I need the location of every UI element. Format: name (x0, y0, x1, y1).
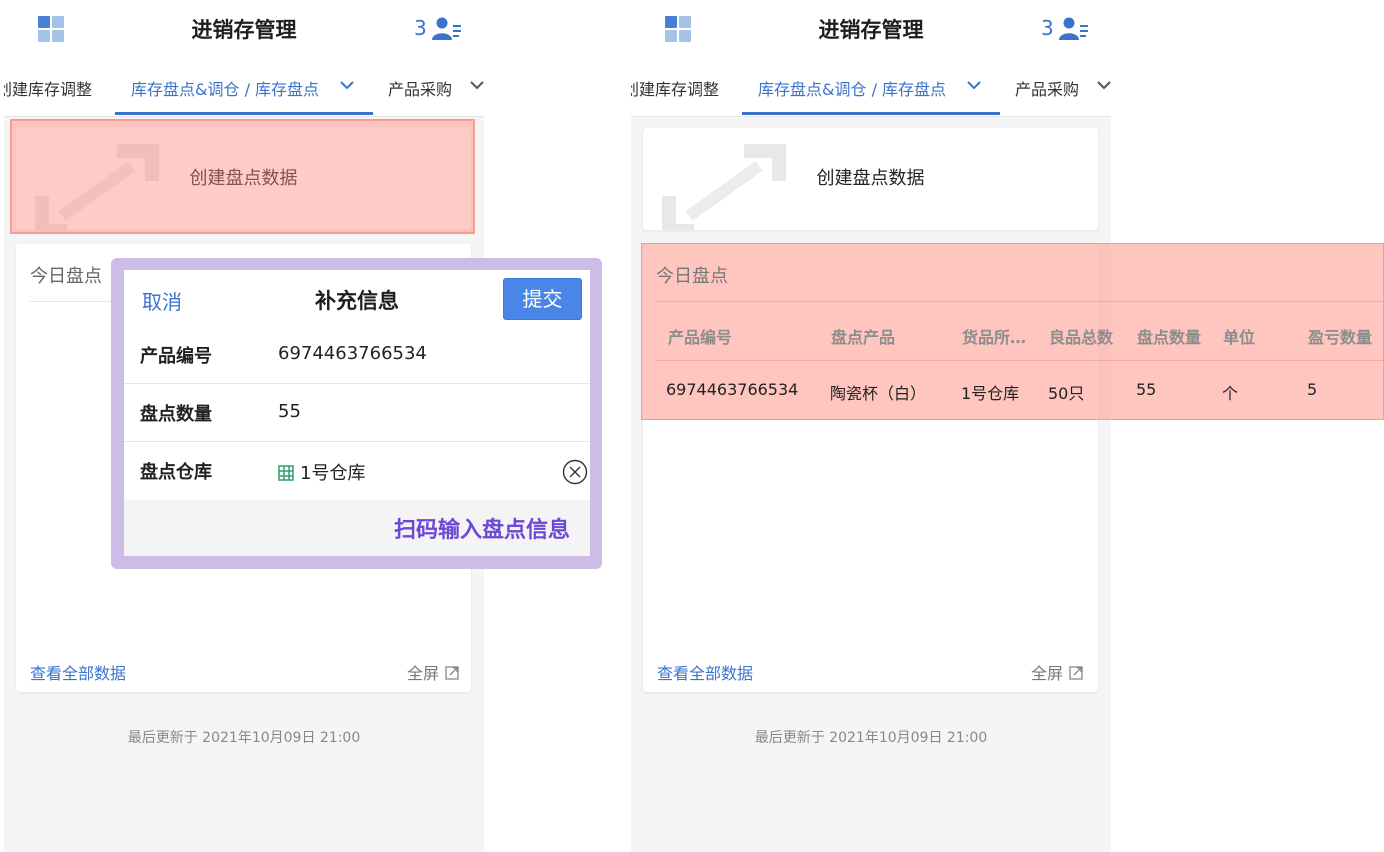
product-code-input[interactable]: 6974463766534 (278, 343, 427, 364)
warehouse-grid-icon (278, 465, 294, 481)
tab-purchasing[interactable]: 产品采购 (1015, 76, 1079, 100)
warehouse-value: 1号仓库 (300, 463, 366, 484)
nav-tabs: 创建库存调整 库存盘点&调仓 / 库存盘点 产品采购 (631, 58, 1111, 117)
view-all-link[interactable]: 查看全部数据 (30, 660, 126, 684)
field-product-code[interactable]: 产品编号 6974463766534 (124, 326, 590, 384)
tab-inventory-count[interactable]: 库存盘点&调仓 / 库存盘点 (131, 76, 319, 100)
supplement-info-dialog: 补充信息 取消 提交 产品编号 6974463766534 盘点数量 55 盘点… (124, 270, 590, 556)
top-bar: 进销存管理 3 (631, 0, 1111, 58)
today-count-title: 今日盘点 (656, 266, 728, 287)
highlight-create-card (10, 119, 475, 234)
chevron-down-icon[interactable] (1097, 80, 1111, 90)
dialog-footer: 扫码输入盘点信息 (124, 500, 590, 556)
user-list-icon[interactable] (1059, 16, 1089, 42)
fullscreen-label: 全屏 (1031, 664, 1064, 683)
table-cell-unit[interactable]: 个 (1222, 380, 1238, 404)
field-warehouse[interactable]: 盘点仓库 1号仓库 (124, 442, 590, 499)
tab-inventory-adjust[interactable]: 创建库存调整 (631, 76, 719, 100)
last-updated-text: 最后更新于 2021年10月09日 21:00 (754, 730, 988, 746)
active-tab-indicator (115, 112, 373, 115)
user-count-badge: 3 (414, 16, 427, 40)
tab-purchasing[interactable]: 产品采购 (388, 76, 452, 100)
submit-button[interactable]: 提交 (503, 278, 582, 320)
field-label: 盘点仓库 (140, 462, 212, 483)
table-header-product: 盘点产品 (831, 328, 896, 347)
top-bar: 进销存管理 3 (4, 0, 484, 58)
table-cell-good-total[interactable]: 50只 (1048, 380, 1084, 404)
cancel-button[interactable]: 取消 (142, 286, 182, 315)
warehouse-select[interactable]: 1号仓库 (278, 459, 365, 485)
divider (656, 360, 1384, 361)
chevron-down-icon[interactable] (967, 80, 981, 90)
user-count-badge: 3 (1041, 16, 1054, 40)
field-label: 盘点数量 (140, 404, 212, 425)
table-cell-warehouse[interactable]: 1号仓库 (961, 380, 1019, 404)
table-cell-product[interactable]: 陶瓷杯（白） (830, 380, 926, 404)
table-cell-count-qty[interactable]: 55 (1136, 380, 1156, 399)
field-count-quantity[interactable]: 盘点数量 55 (124, 384, 590, 442)
chevron-down-icon[interactable] (340, 80, 354, 90)
create-count-label: 创建盘点数据 (816, 168, 925, 189)
user-list-icon[interactable] (432, 16, 462, 42)
count-quantity-input[interactable]: 55 (278, 401, 301, 422)
clear-icon[interactable] (562, 459, 588, 485)
table-header-warehouse: 货品所… (962, 328, 1027, 347)
tab-inventory-adjust[interactable]: 创建库存调整 (4, 76, 92, 100)
active-tab-indicator (742, 112, 1000, 115)
chevron-down-icon[interactable] (470, 80, 484, 90)
expand-icon (445, 666, 459, 680)
field-label: 产品编号 (140, 346, 212, 367)
last-updated-text: 最后更新于 2021年10月09日 21:00 (127, 730, 361, 746)
scan-annotation-text: 扫码输入盘点信息 (393, 518, 570, 543)
today-count-title: 今日盘点 (30, 266, 102, 287)
expand-icon (1069, 666, 1083, 680)
view-all-link[interactable]: 查看全部数据 (657, 660, 753, 684)
table-cell-diff-qty[interactable]: 5 (1307, 380, 1317, 399)
table-header-count-qty: 盘点数量 (1137, 328, 1202, 347)
app-title: 进销存管理 (191, 18, 297, 42)
table-header-good-total: 良品总数 (1049, 328, 1114, 347)
divider (656, 301, 1384, 302)
fullscreen-button[interactable]: 全屏 (407, 660, 459, 684)
table-header-diff-qty: 盈亏数量 (1308, 328, 1373, 347)
table-header-product-code: 产品编号 (668, 328, 733, 347)
tab-inventory-count[interactable]: 库存盘点&调仓 / 库存盘点 (758, 76, 946, 100)
fullscreen-button[interactable]: 全屏 (1031, 660, 1083, 684)
app-title: 进销存管理 (818, 18, 924, 42)
table-cell-product-code[interactable]: 6974463766534 (666, 380, 798, 399)
create-count-card[interactable]: 创建盘点数据 (643, 128, 1098, 230)
nav-tabs: 创建库存调整 库存盘点&调仓 / 库存盘点 产品采购 (4, 58, 484, 117)
table-header-unit: 单位 (1223, 328, 1256, 347)
fullscreen-label: 全屏 (406, 664, 439, 683)
